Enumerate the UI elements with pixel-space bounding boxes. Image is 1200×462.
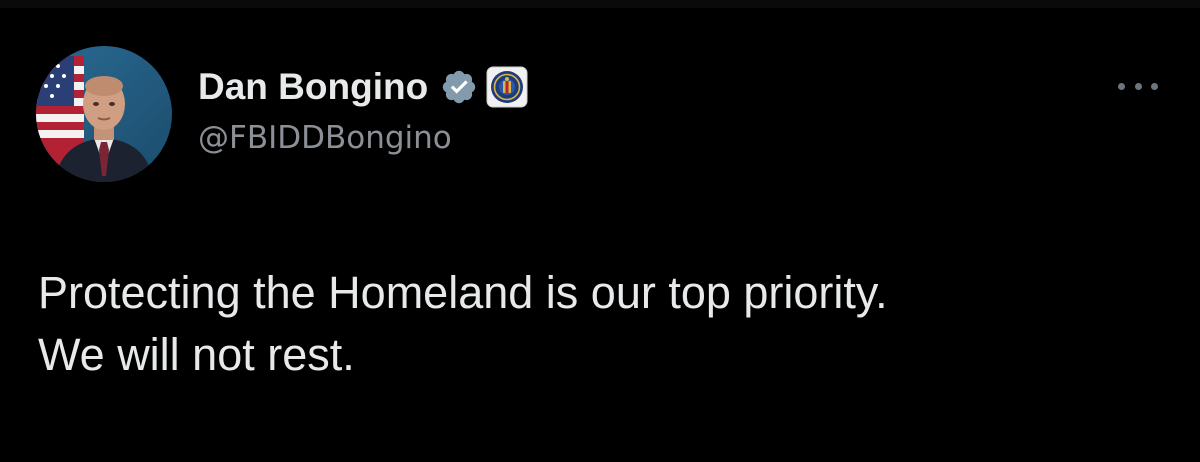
more-options-icon: [1151, 82, 1158, 90]
avatar-image: [36, 46, 172, 182]
fbi-seal-icon[interactable]: [486, 66, 528, 108]
tweet-card[interactable]: Dan Bongino @FBIDDBongino Protecting the…: [0, 0, 1200, 462]
tweet-text: Protecting the Homeland is our top prior…: [38, 262, 1158, 386]
tweet-text-line: We will not rest.: [38, 329, 355, 380]
author-block: Dan Bongino @FBIDDBongino: [198, 60, 528, 156]
display-name[interactable]: Dan Bongino: [198, 66, 428, 108]
user-handle[interactable]: @FBIDDBongino: [198, 120, 528, 156]
more-options-button[interactable]: [1118, 72, 1158, 100]
verified-check-icon[interactable]: [440, 68, 478, 106]
more-options-icon: [1118, 82, 1125, 90]
more-options-icon: [1134, 82, 1142, 90]
name-row: Dan Bongino: [198, 60, 528, 114]
avatar[interactable]: [36, 46, 172, 182]
top-divider: [0, 0, 1200, 8]
tweet-text-line: Protecting the Homeland is our top prior…: [38, 267, 888, 318]
